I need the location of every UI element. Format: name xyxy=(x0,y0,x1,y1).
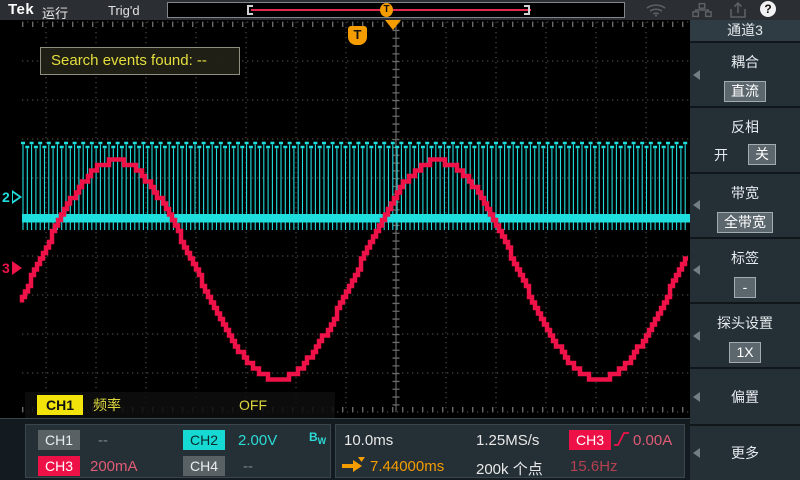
measurement-channel-badge: CH1 xyxy=(37,395,83,415)
tek-logo: Tek xyxy=(8,1,34,18)
ch2-bandwidth-limit-icon: BW xyxy=(309,430,326,446)
label-label: 标签 xyxy=(731,248,759,268)
trigger-level: 0.00A xyxy=(633,432,672,449)
network-nodes-icon[interactable] xyxy=(692,2,712,18)
ch4-badge[interactable]: CH4 xyxy=(183,456,225,476)
invert-label: 反相 xyxy=(731,117,759,137)
menu-item-probe-setup[interactable]: 探头设置 1X xyxy=(690,304,800,367)
ch4-scale: -- xyxy=(243,458,253,475)
horizontal-delay-icon xyxy=(340,456,366,479)
menu-item-offset[interactable]: 偏置 xyxy=(690,369,800,423)
ch1-scale: -- xyxy=(98,432,108,449)
chevron-left-icon xyxy=(693,265,700,275)
measurement-value: OFF xyxy=(239,397,267,413)
invert-on-option[interactable]: 开 xyxy=(714,145,728,165)
ch3-scale: 200mA xyxy=(90,458,138,475)
menu-item-more[interactable]: 更多 xyxy=(690,426,800,480)
chevron-left-icon xyxy=(693,448,700,458)
side-menu: 通道3 耦合 直流 反相 开 关 带宽 全带宽 标签 - 探头设置 1X 偏置 … xyxy=(690,20,800,480)
ch2-badge[interactable]: CH2 xyxy=(183,430,225,450)
measurement-bar[interactable]: CH1 频率 OFF xyxy=(25,392,335,418)
probe-setup-label: 探头设置 xyxy=(717,313,773,333)
expansion-point-marker[interactable] xyxy=(385,20,401,30)
time-scale: 10.0ms xyxy=(344,432,393,449)
acquisition-state: 运行 xyxy=(42,3,68,22)
trigger-status: Trig'd xyxy=(108,3,140,18)
minimap-trigger-icon[interactable]: T xyxy=(380,3,393,17)
bandwidth-label: 带宽 xyxy=(731,183,759,203)
ch2-marker-label: 2 xyxy=(2,189,10,205)
horizontal-trigger-block: 10.0ms 1.25MS/s CH3 0.00A 7.44000ms 200k… xyxy=(335,424,685,478)
horizontal-delay: 7.44000ms xyxy=(370,458,444,475)
top-bar: Tek 运行 Trig'd T ? xyxy=(0,0,800,20)
help-icon[interactable]: ? xyxy=(760,1,776,17)
search-events-overlay: Search events found: -- xyxy=(40,47,240,75)
invert-off-option[interactable]: 关 xyxy=(748,144,776,165)
menu-item-coupling[interactable]: 耦合 直流 xyxy=(690,43,800,106)
ch2-scale: 2.00V xyxy=(238,432,277,449)
trigger-slope-icon xyxy=(613,430,630,453)
menu-item-invert[interactable]: 反相 开 关 xyxy=(690,108,800,171)
coupling-label: 耦合 xyxy=(731,52,759,72)
bandwidth-value-button[interactable]: 全带宽 xyxy=(717,212,773,233)
wifi-icon xyxy=(645,2,667,18)
menu-item-bandwidth[interactable]: 带宽 全带宽 xyxy=(690,174,800,237)
coupling-value-button[interactable]: 直流 xyxy=(724,81,766,102)
more-label: 更多 xyxy=(731,443,759,463)
probe-setup-value-button[interactable]: 1X xyxy=(729,342,760,363)
ch2-position-marker[interactable]: 2 xyxy=(2,189,22,205)
measurement-name: 频率 xyxy=(93,395,121,415)
minimap-left-bracket[interactable] xyxy=(247,5,253,15)
label-value-button[interactable]: - xyxy=(734,277,756,298)
trigger-position-badge[interactable]: T xyxy=(348,26,367,45)
trigger-frequency: 15.6Hz xyxy=(570,458,618,475)
trigger-source-badge[interactable]: CH3 xyxy=(569,430,611,450)
record-view-minimap[interactable]: T xyxy=(167,2,625,18)
side-menu-title: 通道3 xyxy=(690,20,800,41)
ch3-badge[interactable]: CH3 xyxy=(38,456,80,476)
channel-readouts-block: CH1 -- CH2 2.00V BW CH3 200mA CH4 -- xyxy=(25,424,331,478)
ch3-marker-label: 3 xyxy=(2,260,10,276)
graticule xyxy=(0,20,700,420)
status-bar: CH1 -- CH2 2.00V BW CH3 200mA CH4 -- 10.… xyxy=(0,418,690,480)
sample-rate: 1.25MS/s xyxy=(476,432,539,449)
ch3-position-marker[interactable]: 3 xyxy=(2,260,22,276)
menu-item-label[interactable]: 标签 - xyxy=(690,239,800,302)
minimap-right-bracket[interactable] xyxy=(524,5,530,15)
export-icon[interactable] xyxy=(728,2,748,18)
chevron-left-icon xyxy=(693,200,700,210)
chevron-left-icon xyxy=(693,70,700,80)
ch1-badge[interactable]: CH1 xyxy=(38,430,80,450)
ch2-marker-arrow-icon xyxy=(12,190,22,204)
chevron-left-icon xyxy=(693,392,700,402)
ch3-marker-arrow-icon xyxy=(12,261,22,275)
offset-label: 偏置 xyxy=(731,387,759,407)
record-length: 200k 个点 xyxy=(476,458,543,479)
chevron-left-icon xyxy=(693,331,700,341)
